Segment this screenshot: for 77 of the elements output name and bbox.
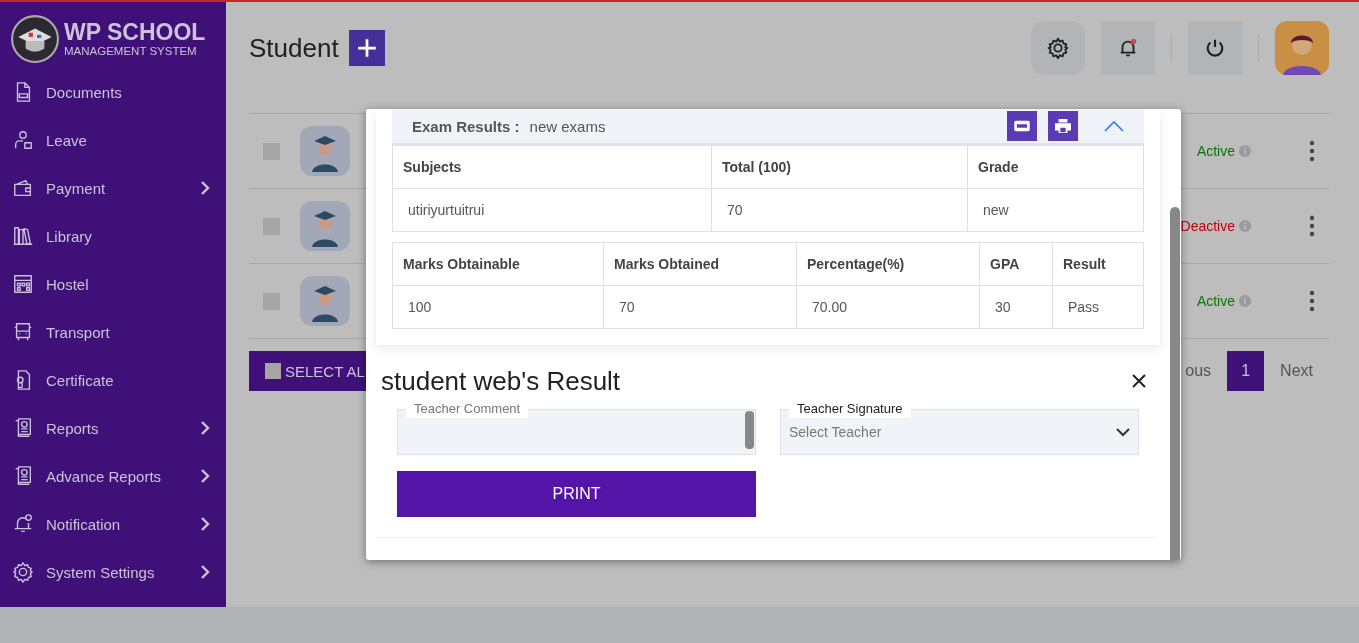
column-header: Marks Obtained <box>603 242 797 286</box>
exam-name: new exams <box>529 117 606 135</box>
column-header: Percentage(%) <box>796 242 980 286</box>
sidebar-item[interactable]: Transport <box>0 308 226 356</box>
info-icon <box>1239 145 1251 157</box>
column-header: Subjects <box>392 145 712 189</box>
column-header: Total (100) <box>711 145 968 189</box>
sidebar-item[interactable]: Library <box>0 212 226 260</box>
previous-page-link[interactable]: ous <box>1185 362 1228 380</box>
plus-icon <box>355 37 378 59</box>
sidebar-item[interactable]: Payment <box>0 164 226 212</box>
column-header: Result <box>1052 242 1144 286</box>
settings-button[interactable] <box>1031 21 1085 75</box>
more-options-icon[interactable] <box>1309 290 1315 312</box>
student-avatar-icon <box>300 276 350 326</box>
page-number[interactable]: 1 <box>1227 351 1265 391</box>
print-button[interactable]: PRINT <box>397 471 756 517</box>
bus-icon <box>12 321 34 343</box>
dialog-title: student web's Result <box>381 365 621 397</box>
person-icon <box>12 129 34 151</box>
status-label: Active <box>1196 143 1235 159</box>
sidebar-item[interactable]: Reports <box>0 404 226 452</box>
exam-results-label: Exam Results : <box>412 117 520 135</box>
add-button[interactable] <box>348 30 385 66</box>
sidebar-item[interactable]: Certificate <box>0 356 226 404</box>
print-icon-button[interactable] <box>1048 111 1078 141</box>
chevron-down-icon <box>1116 427 1130 437</box>
page-title: Student <box>249 32 339 64</box>
select-all-button[interactable]: SELECT AL <box>249 351 367 391</box>
student-avatar-icon <box>300 126 350 176</box>
status-label: Active <box>1196 293 1235 309</box>
row-checkbox[interactable] <box>263 292 280 310</box>
column-header: GPA <box>979 242 1053 286</box>
settings-icon <box>12 561 34 583</box>
sidebar-item[interactable]: Advance Reports <box>0 452 226 500</box>
pdf-icon <box>1013 120 1031 132</box>
table-cell: Pass <box>1052 285 1144 329</box>
printer-icon <box>1054 118 1072 134</box>
close-icon[interactable] <box>1131 373 1147 389</box>
user-avatar-icon[interactable] <box>1275 21 1329 75</box>
chevron-up-icon[interactable] <box>1104 120 1124 132</box>
table-cell: 70 <box>711 188 968 232</box>
more-options-icon[interactable] <box>1309 215 1315 237</box>
table-cell: 70.00 <box>796 285 980 329</box>
column-header: Marks Obtainable <box>392 242 604 286</box>
sidebar-item[interactable]: Documents <box>0 68 226 116</box>
column-header: Grade <box>967 145 1144 189</box>
info-icon <box>1239 220 1251 232</box>
row-checkbox[interactable] <box>263 217 280 235</box>
sidebar-item[interactable]: Leave <box>0 116 226 164</box>
status-label: Deactive <box>1180 218 1235 234</box>
sidebar-item[interactable]: System Settings <box>0 548 226 596</box>
pdf-button[interactable] <box>1007 111 1037 141</box>
bell-icon <box>12 513 34 535</box>
table-cell: 30 <box>979 285 1053 329</box>
settings-icon <box>1047 37 1069 59</box>
sidebar-item[interactable]: Notification <box>0 500 226 548</box>
building-icon <box>12 273 34 295</box>
graduation-cap-logo-icon <box>10 14 60 64</box>
row-checkbox[interactable] <box>263 142 280 160</box>
logout-button[interactable] <box>1188 21 1242 75</box>
power-icon <box>1204 37 1226 59</box>
wallet-icon <box>12 177 34 199</box>
logo-title: WP SCHOOL <box>64 20 206 44</box>
student-avatar-icon <box>300 201 350 251</box>
table-cell: utiriyurtuitrui <box>392 188 712 232</box>
more-options-icon[interactable] <box>1309 140 1315 162</box>
sidebar-item[interactable]: Hostel <box>0 260 226 308</box>
next-page-link[interactable]: Next <box>1264 362 1329 380</box>
notification-button[interactable] <box>1101 21 1155 75</box>
table-cell: new <box>967 188 1144 232</box>
table-cell: 100 <box>392 285 604 329</box>
scrollbar-thumb[interactable] <box>1170 207 1180 560</box>
table-cell: 70 <box>603 285 797 329</box>
info-icon <box>1239 295 1251 307</box>
logo-subtitle: MANAGEMENT SYSTEM <box>64 44 198 58</box>
books-icon <box>12 225 34 247</box>
